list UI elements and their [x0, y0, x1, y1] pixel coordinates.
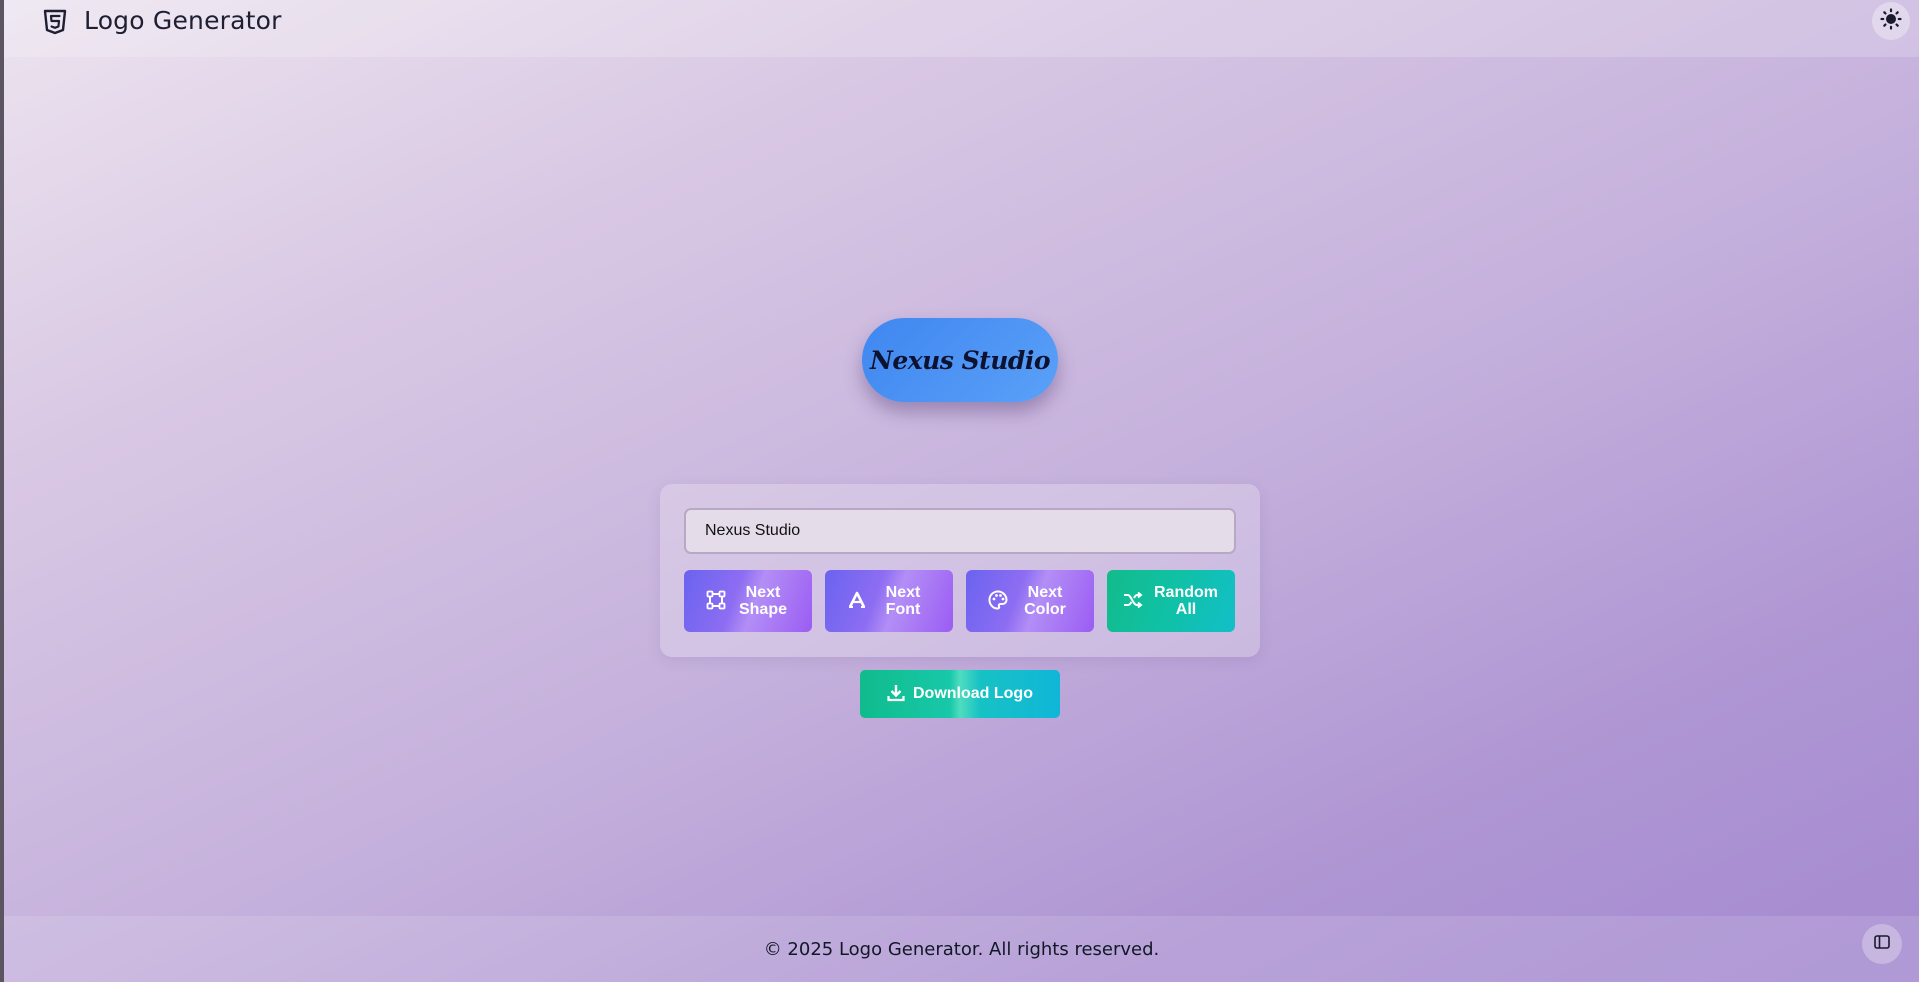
sidebar-toggle-button[interactable] [1862, 924, 1902, 964]
window-edge [0, 0, 4, 982]
action-buttons: Next Shape Next Font Next Color Random A… [684, 570, 1236, 632]
download-icon [887, 684, 905, 705]
font-icon [848, 591, 866, 612]
download-logo-button[interactable]: Download Logo [860, 670, 1060, 718]
app-footer: © 2025 Logo Generator. All rights reserv… [4, 916, 1919, 982]
random-all-label: Random All [1154, 584, 1218, 618]
logo-name-input[interactable] [684, 508, 1236, 554]
app-header: Logo Generator [4, 0, 1919, 57]
next-shape-label: Next Shape [738, 584, 787, 618]
copyright-text: © 2025 Logo Generator. All rights reserv… [763, 939, 1160, 960]
next-font-button[interactable]: Next Font [825, 570, 953, 632]
app-title: Logo Generator [84, 6, 282, 35]
vector-square-icon [706, 590, 726, 613]
next-font-label: Next Font [885, 584, 921, 618]
next-shape-button[interactable]: Next Shape [684, 570, 812, 632]
download-logo-label: Download Logo [913, 685, 1033, 702]
sidebar-panel-icon [1874, 934, 1890, 954]
palette-icon [988, 589, 1008, 613]
controls-panel: NextShape NextFont [660, 484, 1260, 657]
random-all-button[interactable]: Random All [1107, 570, 1235, 632]
next-color-label: Next Color [1024, 584, 1066, 618]
next-color-button[interactable]: Next Color [966, 570, 1094, 632]
logo-preview-text: Nexus Studio [869, 345, 1051, 375]
html5-shield-icon [41, 8, 69, 36]
shuffle-icon [1123, 591, 1143, 612]
theme-toggle-button[interactable] [1872, 2, 1910, 40]
logo-preview: Nexus Studio [862, 318, 1058, 402]
sun-icon [1880, 7, 1902, 35]
